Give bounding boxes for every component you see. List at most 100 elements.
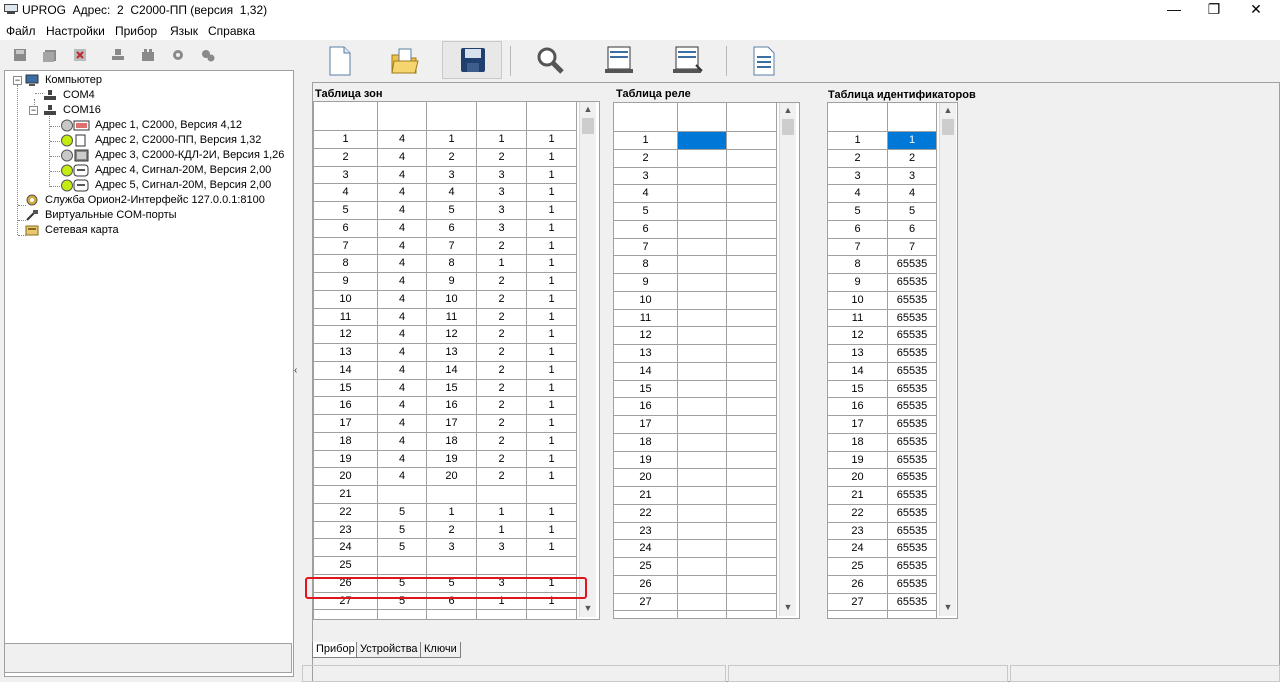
table-cell[interactable]: 2 bbox=[477, 237, 527, 256]
table-cell[interactable] bbox=[727, 380, 777, 399]
table-cell[interactable]: 65535 bbox=[888, 558, 937, 576]
table-cell[interactable]: 1 bbox=[527, 344, 577, 362]
table-cell[interactable]: 4 bbox=[378, 202, 427, 220]
table-cell[interactable]: 1 bbox=[477, 521, 527, 540]
table-cell[interactable]: 1 bbox=[527, 432, 577, 451]
table-cell[interactable]: 1 bbox=[527, 450, 577, 469]
row-header-cell[interactable]: 23 bbox=[314, 521, 378, 540]
table-cell[interactable]: 1 bbox=[527, 397, 577, 415]
table-cell[interactable]: 2 bbox=[477, 344, 527, 362]
relay-table[interactable]: 1 2 3 4 5 6 7 8 9 10 11 12 13 14 15 16 17 18 19 20 21 22 23 24 2… bbox=[613, 102, 800, 619]
table-cell[interactable]: 65535 bbox=[888, 398, 937, 416]
row-header-cell[interactable]: 3 bbox=[614, 167, 678, 186]
table-cell[interactable] bbox=[427, 610, 477, 619]
table-cell[interactable]: 1 bbox=[888, 132, 937, 150]
table-cell[interactable] bbox=[727, 433, 777, 452]
close-button[interactable]: ✕ bbox=[1236, 0, 1276, 21]
row-header-cell[interactable]: 24 bbox=[614, 540, 678, 558]
row-header-cell[interactable]: 22 bbox=[614, 504, 678, 523]
table-cell[interactable] bbox=[727, 345, 777, 363]
table-cell[interactable]: 1 bbox=[527, 219, 577, 238]
row-header-cell[interactable]: 7 bbox=[828, 238, 888, 257]
table-cell[interactable]: 5 bbox=[378, 503, 427, 522]
row-header-cell[interactable]: 18 bbox=[828, 433, 888, 452]
row-header-cell[interactable]: 5 bbox=[614, 203, 678, 221]
table-cell[interactable]: 9 bbox=[427, 273, 477, 291]
row-header-cell[interactable]: 17 bbox=[314, 415, 378, 433]
row-header-cell[interactable]: 17 bbox=[614, 416, 678, 434]
table-cell[interactable]: 3 bbox=[477, 539, 527, 557]
table-cell[interactable]: 1 bbox=[527, 468, 577, 486]
disk-stack-icon[interactable] bbox=[42, 47, 58, 63]
row-header-cell[interactable]: 22 bbox=[314, 503, 378, 522]
row-header-cell[interactable] bbox=[614, 611, 678, 618]
table-cell[interactable]: 65535 bbox=[888, 433, 937, 452]
menu-help[interactable]: Справка bbox=[208, 24, 255, 38]
table-cell[interactable] bbox=[727, 558, 777, 576]
table-cell[interactable] bbox=[678, 149, 727, 168]
table-cell[interactable]: 4 bbox=[378, 237, 427, 256]
table-cell[interactable]: 65535 bbox=[888, 540, 937, 558]
row-header-cell[interactable]: 21 bbox=[314, 486, 378, 504]
table-cell[interactable]: 6 bbox=[427, 219, 477, 238]
table-cell[interactable]: 1 bbox=[427, 131, 477, 149]
column-header[interactable] bbox=[527, 102, 577, 131]
table-cell[interactable]: 2 bbox=[477, 415, 527, 433]
scroll-up-icon[interactable]: ▲ bbox=[580, 102, 596, 116]
table-cell[interactable] bbox=[378, 557, 427, 575]
row-header-cell[interactable]: 4 bbox=[828, 185, 888, 203]
table-cell[interactable]: 4 bbox=[378, 468, 427, 486]
table-cell[interactable]: 65535 bbox=[888, 345, 937, 363]
row-header-cell[interactable]: 19 bbox=[314, 450, 378, 469]
table-cell[interactable]: 65535 bbox=[888, 593, 937, 612]
table-cell[interactable]: 2 bbox=[477, 397, 527, 415]
collapse-toggle[interactable]: − bbox=[29, 106, 38, 115]
table-cell[interactable] bbox=[678, 167, 727, 186]
row-header-cell[interactable]: 19 bbox=[828, 451, 888, 470]
table-cell[interactable]: 4 bbox=[378, 148, 427, 167]
table-cell[interactable]: 65535 bbox=[888, 522, 937, 541]
table-cell[interactable]: 4 bbox=[378, 344, 427, 362]
table-cell[interactable]: 4 bbox=[378, 450, 427, 469]
row-header-cell[interactable]: 24 bbox=[828, 540, 888, 558]
table-cell[interactable]: 65535 bbox=[888, 504, 937, 523]
row-header-cell[interactable]: 22 bbox=[828, 504, 888, 523]
table-cell[interactable]: 2 bbox=[477, 379, 527, 398]
table-cell[interactable]: 17 bbox=[427, 415, 477, 433]
delete-icon[interactable] bbox=[72, 47, 88, 63]
table-cell[interactable]: 4 bbox=[378, 361, 427, 380]
row-header-cell[interactable]: 2 bbox=[828, 149, 888, 168]
menu-settings[interactable]: Настройки bbox=[46, 24, 105, 38]
table-cell[interactable]: 1 bbox=[527, 326, 577, 344]
table-cell[interactable]: 2 bbox=[427, 521, 477, 540]
table-cell[interactable]: 1 bbox=[477, 503, 527, 522]
pane-splitter[interactable] bbox=[292, 40, 302, 682]
row-header-cell[interactable]: 6 bbox=[828, 220, 888, 239]
row-header-cell[interactable]: 15 bbox=[828, 380, 888, 399]
table-cell[interactable]: 4 bbox=[378, 255, 427, 273]
table-cell[interactable] bbox=[727, 451, 777, 470]
tab-keys[interactable]: Ключи bbox=[420, 642, 461, 658]
row-header-cell[interactable]: 6 bbox=[614, 220, 678, 239]
row-header-cell[interactable]: 10 bbox=[828, 291, 888, 310]
table-cell[interactable]: 4 bbox=[378, 273, 427, 291]
row-header-cell[interactable]: 14 bbox=[828, 362, 888, 381]
row-header-cell[interactable]: 24 bbox=[314, 539, 378, 557]
table-cell[interactable]: 1 bbox=[527, 184, 577, 202]
row-header-cell[interactable]: 10 bbox=[314, 290, 378, 309]
column-header[interactable] bbox=[378, 102, 427, 131]
table-cell[interactable]: 13 bbox=[427, 344, 477, 362]
row-header-cell[interactable]: 20 bbox=[828, 469, 888, 487]
table-cell[interactable]: 2 bbox=[477, 326, 527, 344]
row-header-cell[interactable]: 20 bbox=[614, 469, 678, 487]
table-cell[interactable]: 5 bbox=[378, 521, 427, 540]
table-cell[interactable]: 12 bbox=[427, 326, 477, 344]
row-header-cell[interactable]: 6 bbox=[314, 219, 378, 238]
table-cell[interactable]: 1 bbox=[527, 202, 577, 220]
table-cell[interactable]: 4 bbox=[378, 166, 427, 185]
row-header-cell[interactable]: 13 bbox=[314, 344, 378, 362]
table-cell[interactable]: 1 bbox=[527, 237, 577, 256]
minimize-button[interactable]: — bbox=[1154, 0, 1194, 21]
table-cell[interactable]: 1 bbox=[527, 273, 577, 291]
table-cell[interactable] bbox=[727, 575, 777, 594]
